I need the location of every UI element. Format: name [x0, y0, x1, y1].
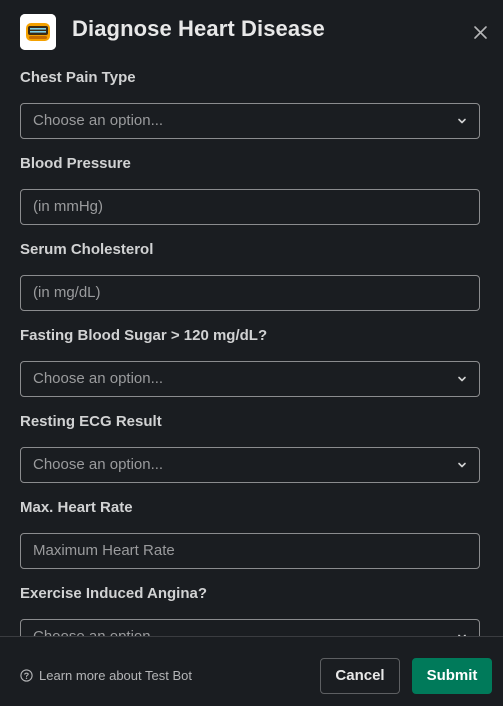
field-serum-cholesterol: Serum Cholesterol (in mg/dL) [20, 240, 480, 311]
select-value: Choose an option... [33, 456, 164, 473]
serum-cholesterol-input[interactable]: (in mg/dL) [20, 275, 480, 311]
field-label: Serum Cholesterol [20, 241, 154, 258]
bot-app-icon [20, 14, 56, 50]
field-label: Max. Heart Rate [20, 499, 133, 516]
resting-ecg-select[interactable]: Choose an option... [20, 447, 480, 483]
select-value: Choose an option... [33, 112, 164, 129]
modal-header: Diagnose Heart Disease [0, 0, 503, 60]
chevron-down-icon [458, 376, 466, 382]
exercise-angina-select[interactable]: Choose an option... [20, 619, 480, 636]
chevron-down-icon [458, 462, 466, 468]
field-resting-ecg: Resting ECG Result Choose an option... [20, 412, 480, 483]
chevron-down-icon [458, 118, 466, 124]
field-label: Blood Pressure [20, 155, 131, 172]
input-placeholder: (in mg/dL) [33, 284, 101, 301]
select-value: Choose an option... [33, 370, 164, 387]
input-placeholder: (in mmHg) [33, 198, 103, 215]
blood-pressure-input[interactable]: (in mmHg) [20, 189, 480, 225]
field-blood-pressure: Blood Pressure (in mmHg) [20, 154, 480, 225]
field-fasting-blood-sugar: Fasting Blood Sugar > 120 mg/dL? Choose … [20, 326, 480, 397]
field-label: Resting ECG Result [20, 413, 162, 430]
learn-more-text: Learn more about Test Bot [39, 668, 192, 683]
help-icon [20, 669, 33, 682]
field-max-heart-rate: Max. Heart Rate Maximum Heart Rate [20, 498, 480, 569]
select-value: Choose an option... [33, 628, 163, 636]
close-icon[interactable] [470, 22, 492, 44]
submit-button[interactable]: Submit [412, 658, 492, 694]
field-exercise-angina: Exercise Induced Angina? Choose an optio… [20, 584, 480, 636]
field-label: Exercise Induced Angina? [20, 585, 207, 602]
learn-more-link[interactable]: Learn more about Test Bot [20, 668, 192, 683]
max-heart-rate-input[interactable]: Maximum Heart Rate [20, 533, 480, 569]
chest-pain-type-select[interactable]: Choose an option... [20, 103, 480, 139]
field-chest-pain-type: Chest Pain Type Choose an option... [20, 68, 480, 139]
modal-form: Chest Pain Type Choose an option... Bloo… [0, 60, 503, 636]
modal-title: Diagnose Heart Disease [72, 16, 325, 41]
field-label: Fasting Blood Sugar > 120 mg/dL? [20, 327, 268, 344]
modal-footer: Learn more about Test Bot Cancel Submit [0, 636, 503, 706]
input-placeholder: Maximum Heart Rate [33, 542, 175, 559]
fasting-blood-sugar-select[interactable]: Choose an option... [20, 361, 480, 397]
cancel-button[interactable]: Cancel [320, 658, 400, 694]
field-label: Chest Pain Type [20, 69, 136, 86]
